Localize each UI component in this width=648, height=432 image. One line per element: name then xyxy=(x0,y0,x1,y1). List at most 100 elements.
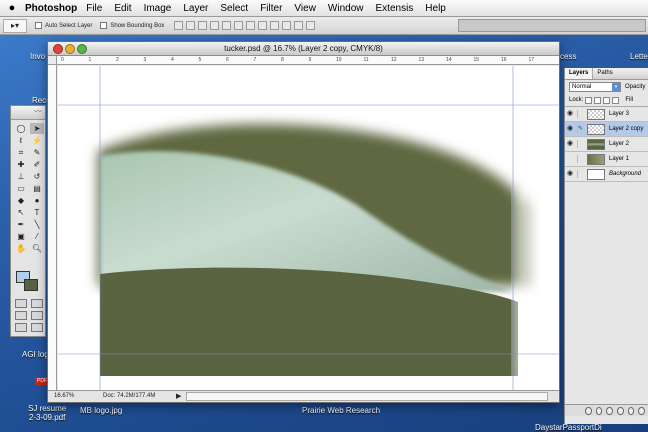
type-tool-icon[interactable]: T xyxy=(30,207,44,218)
dodge-tool-icon[interactable]: ● xyxy=(30,195,44,206)
minimize-button-icon[interactable] xyxy=(65,44,75,54)
quick-mask-icon[interactable] xyxy=(31,299,43,308)
visibility-slot[interactable] xyxy=(567,155,575,163)
screen-mode-3-icon[interactable] xyxy=(15,323,27,332)
visibility-eye-icon[interactable]: ◉ xyxy=(567,125,575,133)
menu-select[interactable]: Select xyxy=(220,3,248,14)
layer-row-layer-2-copy[interactable]: ◉ ✎ Layer 2 copy xyxy=(565,122,648,137)
eyedropper-icon[interactable]: ⁄ xyxy=(30,231,44,242)
layer-row-background[interactable]: ◉ Background xyxy=(565,167,648,182)
eraser-tool-icon[interactable]: ▭ xyxy=(14,183,28,194)
path-select-icon[interactable]: ↖ xyxy=(14,207,28,218)
zoom-tool-icon[interactable]: 🔍︎ xyxy=(30,243,44,254)
align-top-icon[interactable] xyxy=(174,21,184,30)
trash-icon[interactable] xyxy=(638,406,646,415)
horizontal-scrollbar[interactable] xyxy=(186,392,548,401)
layer-row-layer-1[interactable]: Layer 1 xyxy=(565,152,648,167)
document-title-bar[interactable]: tucker.psd @ 16.7% (Layer 2 copy, CMYK/8… xyxy=(48,42,559,56)
desktop-icon-sj-resume[interactable]: SJ resume 2-3-09.pdf xyxy=(28,404,66,422)
adjustment-layer-icon[interactable] xyxy=(617,406,624,415)
layer-mask-icon[interactable] xyxy=(595,406,603,415)
align-bottom-icon[interactable] xyxy=(198,21,208,30)
menu-edit[interactable]: Edit xyxy=(114,3,131,14)
align-left-icon[interactable] xyxy=(210,21,220,30)
desktop-icon-mb-logo[interactable]: MB logo.jpg xyxy=(80,406,122,415)
blend-dropdown-icon[interactable]: ▾ xyxy=(612,83,620,91)
horizontal-ruler[interactable]: 0 1 2 3 4 5 6 7 8 9 10 11 12 13 14 15 16 17 xyxy=(57,56,559,65)
link-slot[interactable] xyxy=(577,110,584,118)
marquee-tool-icon[interactable]: ◯ xyxy=(14,123,28,134)
lasso-tool-icon[interactable]: ℓ xyxy=(14,135,28,146)
palette-well[interactable] xyxy=(458,19,646,32)
auto-select-checkbox[interactable] xyxy=(35,22,42,29)
blur-tool-icon[interactable]: ◆ xyxy=(14,195,28,206)
align-middle-icon[interactable] xyxy=(186,21,196,30)
menu-extensis[interactable]: Extensis xyxy=(376,3,414,14)
distribute-bottom-icon[interactable] xyxy=(270,21,280,30)
history-brush-icon[interactable]: ↺ xyxy=(30,171,44,182)
bounding-box-checkbox[interactable] xyxy=(100,22,108,29)
link-slot[interactable] xyxy=(577,155,584,163)
desktop-icon-lette[interactable]: Lette xyxy=(630,52,648,61)
menu-view[interactable]: View xyxy=(294,3,316,14)
menu-window[interactable]: Window xyxy=(328,3,364,14)
vertical-ruler[interactable] xyxy=(48,65,57,390)
align-right-icon[interactable] xyxy=(234,21,244,30)
distribute-middle-icon[interactable] xyxy=(258,21,268,30)
shape-tool-icon[interactable]: ╲ xyxy=(30,219,44,230)
lock-all-icon[interactable] xyxy=(612,96,620,104)
hand-tool-icon[interactable]: ✋ xyxy=(14,243,28,254)
link-slot[interactable] xyxy=(577,140,584,148)
brush-tool-icon[interactable]: ✐ xyxy=(30,159,44,170)
link-slot[interactable] xyxy=(577,170,584,178)
distribute-top-icon[interactable] xyxy=(246,21,256,30)
move-tool-icon[interactable]: ➤ xyxy=(30,123,44,134)
screen-mode-1-icon[interactable] xyxy=(15,311,27,320)
tab-paths[interactable]: Paths xyxy=(593,68,616,79)
pen-tool-icon[interactable]: ✒ xyxy=(14,219,28,230)
layer-style-icon[interactable] xyxy=(585,406,592,415)
layer-row-layer-3[interactable]: ◉ Layer 3 xyxy=(565,107,648,122)
menu-layer[interactable]: Layer xyxy=(183,3,208,14)
blend-mode-select[interactable]: Normal ▾ xyxy=(569,82,621,92)
clone-stamp-icon[interactable]: ⊥ xyxy=(14,171,28,182)
tab-layers[interactable]: Layers xyxy=(565,68,594,79)
menu-app-name[interactable]: Photoshop xyxy=(25,3,77,14)
image-canvas[interactable] xyxy=(58,66,559,390)
tool-preset-button[interactable]: ▸▾ xyxy=(3,18,27,33)
ruler-origin[interactable] xyxy=(48,56,57,65)
distribute-right-icon[interactable] xyxy=(306,21,316,30)
lock-transparency-icon[interactable] xyxy=(585,96,593,104)
distribute-center-icon[interactable] xyxy=(294,21,304,30)
new-set-icon[interactable] xyxy=(606,406,614,415)
align-center-icon[interactable] xyxy=(222,21,232,30)
desktop-icon-invo[interactable]: Invo xyxy=(30,52,45,61)
crop-tool-icon[interactable]: ⌗ xyxy=(14,147,28,158)
zoom-button-icon[interactable] xyxy=(77,44,87,54)
apple-menu-icon[interactable]: ● xyxy=(3,2,21,14)
background-color-swatch[interactable] xyxy=(24,279,38,291)
menu-help[interactable]: Help xyxy=(425,3,446,14)
notes-tool-icon[interactable]: ▣ xyxy=(14,231,28,242)
feather-icon[interactable]: 〰 xyxy=(11,106,45,120)
screen-mode-2-icon[interactable] xyxy=(31,311,43,320)
new-layer-icon[interactable] xyxy=(627,406,635,415)
menu-image[interactable]: Image xyxy=(144,3,172,14)
menu-filter[interactable]: Filter xyxy=(260,3,282,14)
close-button-icon[interactable] xyxy=(53,44,63,54)
desktop-icon-cess[interactable]: cess xyxy=(560,52,576,61)
visibility-eye-icon[interactable]: ◉ xyxy=(567,140,575,148)
brush-link-icon[interactable]: ✎ xyxy=(577,125,584,133)
standard-mode-icon[interactable] xyxy=(15,299,27,308)
visibility-eye-icon[interactable]: ◉ xyxy=(567,170,575,178)
gradient-tool-icon[interactable]: ▤ xyxy=(30,183,44,194)
lock-image-icon[interactable] xyxy=(594,96,602,104)
desktop-icon-daystar[interactable]: DaystarPassportDi xyxy=(535,423,602,432)
menu-file[interactable]: File xyxy=(86,3,102,14)
lock-position-icon[interactable] xyxy=(603,96,611,104)
visibility-eye-icon[interactable]: ◉ xyxy=(567,110,575,118)
distribute-left-icon[interactable] xyxy=(282,21,292,30)
desktop-icon-prairie-web[interactable]: Prairie Web Research xyxy=(302,406,380,415)
magic-wand-icon[interactable]: ⚡ xyxy=(30,135,44,146)
slice-tool-icon[interactable]: ✎ xyxy=(30,147,44,158)
